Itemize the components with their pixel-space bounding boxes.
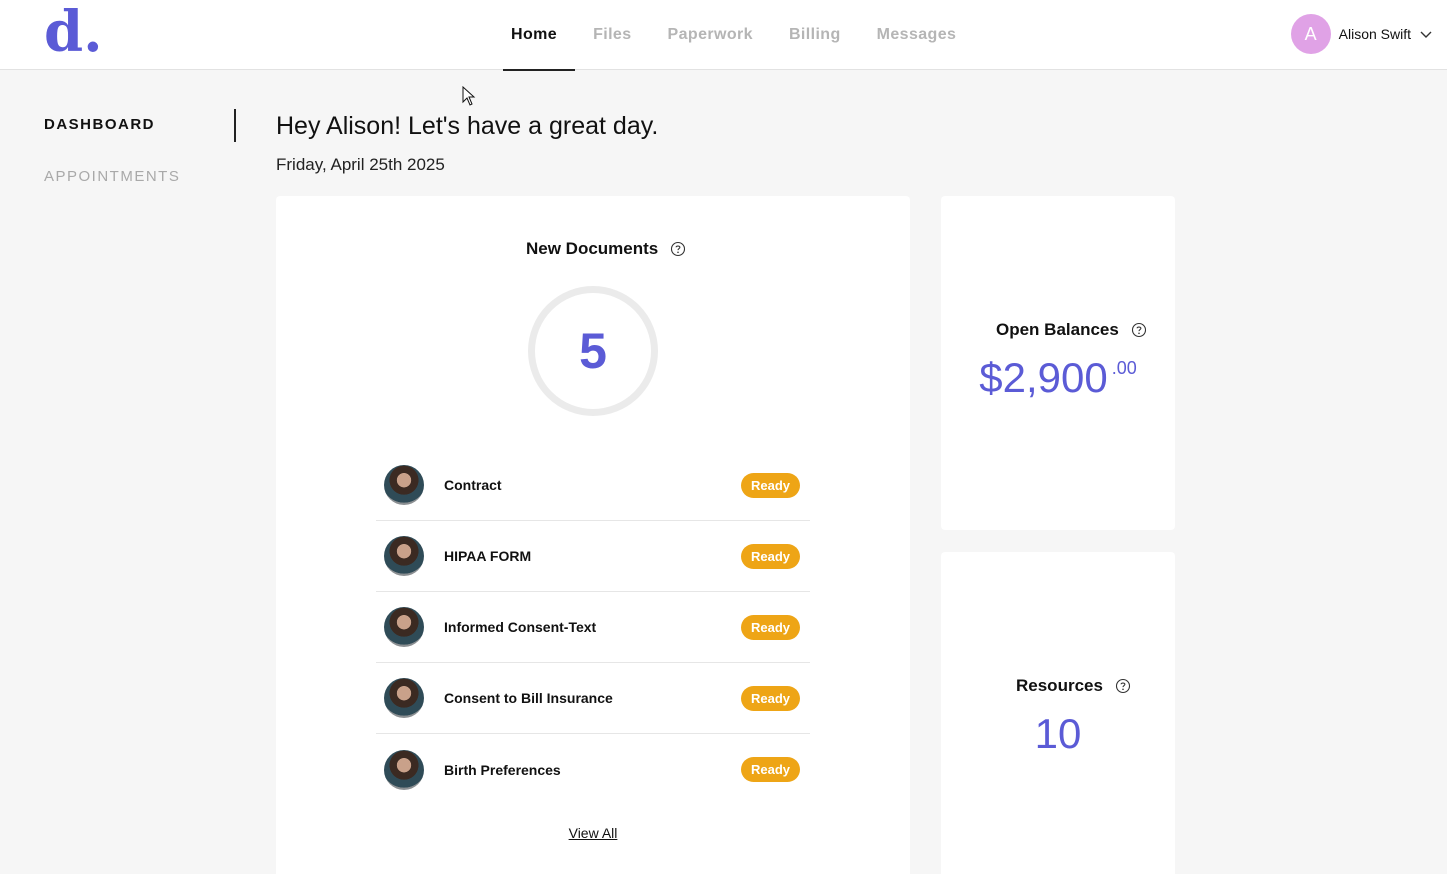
balance-cents: .00: [1111, 358, 1137, 378]
user-menu[interactable]: A Alison Swift: [1290, 14, 1433, 54]
document-name[interactable]: Consent to Bill Insurance: [444, 690, 741, 706]
provider-avatar: [384, 465, 424, 505]
help-icon[interactable]: [1115, 678, 1131, 694]
page-title: Hey Alison! Let's have a great day.: [276, 112, 659, 140]
nav-tab-files[interactable]: Files: [575, 0, 649, 70]
provider-avatar: [384, 536, 424, 576]
status-badge: Ready: [740, 614, 800, 640]
document-name[interactable]: Birth Preferences: [444, 762, 741, 778]
document-count-ring: 5: [528, 286, 658, 416]
top-header: d. Home Files Paperwork Billing Messages…: [0, 0, 1447, 71]
current-date: Friday, April 25th 2025: [276, 155, 445, 174]
view-all-link[interactable]: View All: [276, 825, 910, 841]
provider-avatar: [384, 607, 424, 647]
resources-header: Resources: [1016, 676, 1131, 696]
list-item[interactable]: Birth Preferences Ready: [376, 734, 810, 805]
status-badge: Ready: [740, 685, 800, 711]
open-balances-header: Open Balances: [996, 320, 1147, 340]
chevron-down-icon: [1420, 31, 1432, 38]
new-documents-header: New Documents: [526, 239, 686, 259]
nav-tab-billing[interactable]: Billing: [771, 0, 859, 70]
user-avatar: A: [1290, 14, 1331, 54]
user-name: Alison Swift: [1338, 26, 1411, 42]
list-item[interactable]: Contract Ready: [376, 450, 810, 521]
provider-avatar: [384, 749, 424, 790]
sidebar-item-dashboard[interactable]: DASHBOARD: [44, 116, 155, 133]
balance-amount: $2,900.00: [941, 354, 1175, 402]
status-badge: Ready: [740, 543, 800, 569]
resources-title: Resources: [1016, 676, 1103, 695]
provider-avatar: [384, 678, 424, 718]
mouse-cursor-icon: [462, 86, 476, 106]
status-badge: Ready: [740, 472, 800, 498]
document-name[interactable]: Contract: [444, 477, 741, 493]
sidebar-item-appointments[interactable]: APPOINTMENTS: [44, 168, 180, 185]
balance-dollars: $2,900: [979, 354, 1108, 401]
open-balances-card[interactable]: Open Balances $2,900.00: [941, 196, 1175, 530]
new-documents-card: New Documents 5 Contract Ready HIPAA FOR…: [276, 196, 910, 874]
document-list: Contract Ready HIPAA FORM Ready Informed…: [376, 450, 810, 805]
resources-count: 10: [1034, 710, 1082, 757]
nav-tab-home[interactable]: Home: [493, 0, 576, 71]
help-icon[interactable]: [670, 241, 686, 257]
list-item[interactable]: HIPAA FORM Ready: [376, 521, 810, 592]
nav-tab-paperwork[interactable]: Paperwork: [650, 0, 771, 70]
app-logo[interactable]: d.: [44, 4, 103, 60]
status-badge: Ready: [740, 757, 800, 782]
document-name[interactable]: HIPAA FORM: [444, 548, 741, 564]
list-item[interactable]: Informed Consent-Text Ready: [376, 592, 810, 663]
sidebar-divider: [234, 109, 236, 142]
list-item[interactable]: Consent to Bill Insurance Ready: [376, 663, 810, 734]
open-balances-title: Open Balances: [996, 320, 1119, 339]
document-name[interactable]: Informed Consent-Text: [444, 619, 741, 635]
main-nav: Home Files Paperwork Billing Messages: [493, 0, 975, 71]
new-documents-title: New Documents: [526, 239, 659, 258]
help-icon[interactable]: [1131, 322, 1147, 338]
nav-tab-messages[interactable]: Messages: [859, 0, 975, 70]
resources-card[interactable]: Resources 10: [941, 552, 1175, 874]
